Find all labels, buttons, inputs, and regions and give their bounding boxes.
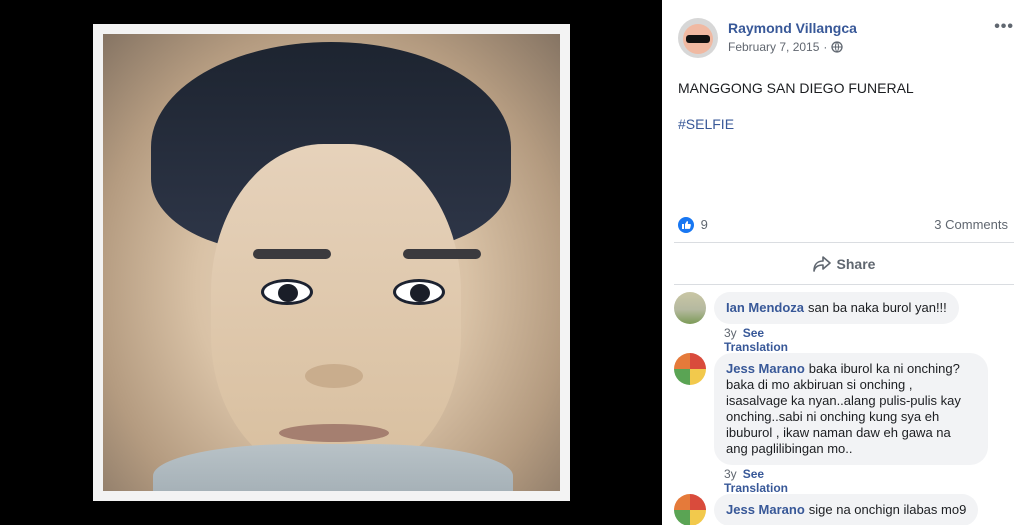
author-avatar[interactable]	[678, 18, 718, 58]
share-button[interactable]: Share	[662, 250, 1026, 278]
reactions-bar: 9 3 Comments	[678, 216, 1008, 234]
commenter-avatar[interactable]	[674, 494, 706, 525]
comment-text: sige na onchign ilabas mo9	[808, 502, 967, 517]
commenter-name[interactable]: Ian Mendoza	[726, 300, 804, 315]
post-text: MANGGONG SAN DIEGO FUNERAL	[678, 80, 914, 96]
post-meta: February 7, 2015 ·	[728, 40, 844, 54]
comment-text: san ba naka burol yan!!!	[808, 300, 947, 315]
commenter-avatar[interactable]	[674, 292, 706, 324]
share-label: Share	[836, 256, 876, 272]
comment-age[interactable]: 3y	[724, 467, 737, 481]
more-options-button[interactable]: •••	[994, 18, 1014, 36]
post-header: Raymond Villangca February 7, 2015 · •••	[678, 16, 1018, 62]
hashtag-link[interactable]: #SELFIE	[678, 116, 734, 132]
comment-age[interactable]: 3y	[724, 326, 737, 340]
photo-viewer[interactable]	[0, 0, 662, 525]
meta-separator: ·	[823, 40, 828, 54]
post-sidebar: Raymond Villangca February 7, 2015 · •••…	[662, 0, 1026, 525]
commenter-avatar[interactable]	[674, 353, 706, 385]
comment-meta: 3y See Translation	[724, 326, 788, 354]
author-name[interactable]: Raymond Villangca	[728, 20, 857, 36]
comment-bubble: Ian Mendoza san ba naka burol yan!!!	[714, 292, 959, 324]
comment-meta: 3y See Translation	[724, 467, 788, 495]
like-reaction-icon[interactable]	[678, 216, 694, 233]
divider	[674, 284, 1014, 285]
share-icon	[812, 256, 831, 272]
post-photo[interactable]	[93, 24, 570, 501]
divider	[674, 242, 1014, 243]
comments-count-link[interactable]: 3 Comments	[934, 217, 1008, 232]
globe-icon[interactable]	[831, 41, 844, 53]
commenter-name[interactable]: Jess Marano	[726, 361, 805, 376]
like-count[interactable]: 9	[701, 217, 708, 232]
comment-bubble: Jess Marano baka iburol ka ni onching? ba…	[714, 353, 988, 465]
comment-bubble: Jess Marano sige na onchign ilabas mo9	[714, 494, 979, 525]
post-date[interactable]: February 7, 2015	[728, 40, 819, 54]
commenter-name[interactable]: Jess Marano	[726, 502, 805, 517]
